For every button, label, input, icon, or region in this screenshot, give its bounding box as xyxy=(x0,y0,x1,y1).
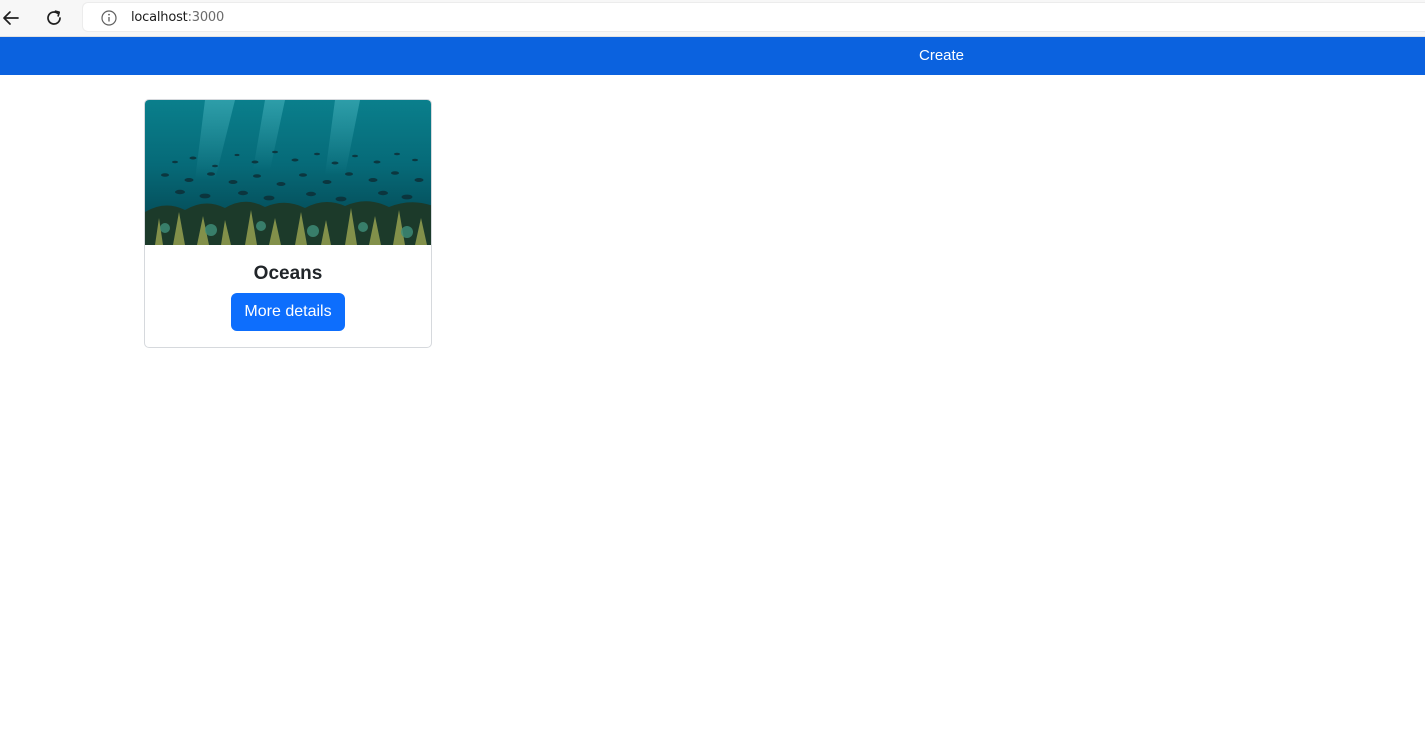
card-title: Oceans xyxy=(253,263,323,284)
reload-icon xyxy=(47,10,61,25)
back-button[interactable] xyxy=(0,4,25,32)
reload-button[interactable] xyxy=(40,4,68,32)
app-navbar: Create xyxy=(0,37,1425,75)
info-circle-icon[interactable] xyxy=(100,9,118,27)
card-image xyxy=(145,100,431,245)
url-text: localhost:3000 xyxy=(131,10,224,25)
nav-create-link[interactable]: Create xyxy=(919,47,964,64)
more-details-button[interactable]: More details xyxy=(231,293,345,331)
browser-toolbar: localhost:3000 xyxy=(0,0,1425,37)
card-oceans: Oceans More details xyxy=(144,99,432,348)
url-host: localhost xyxy=(131,10,188,25)
address-bar[interactable]: localhost:3000 xyxy=(82,2,1425,32)
url-port: :3000 xyxy=(187,10,225,25)
arrow-left-icon xyxy=(3,11,19,25)
